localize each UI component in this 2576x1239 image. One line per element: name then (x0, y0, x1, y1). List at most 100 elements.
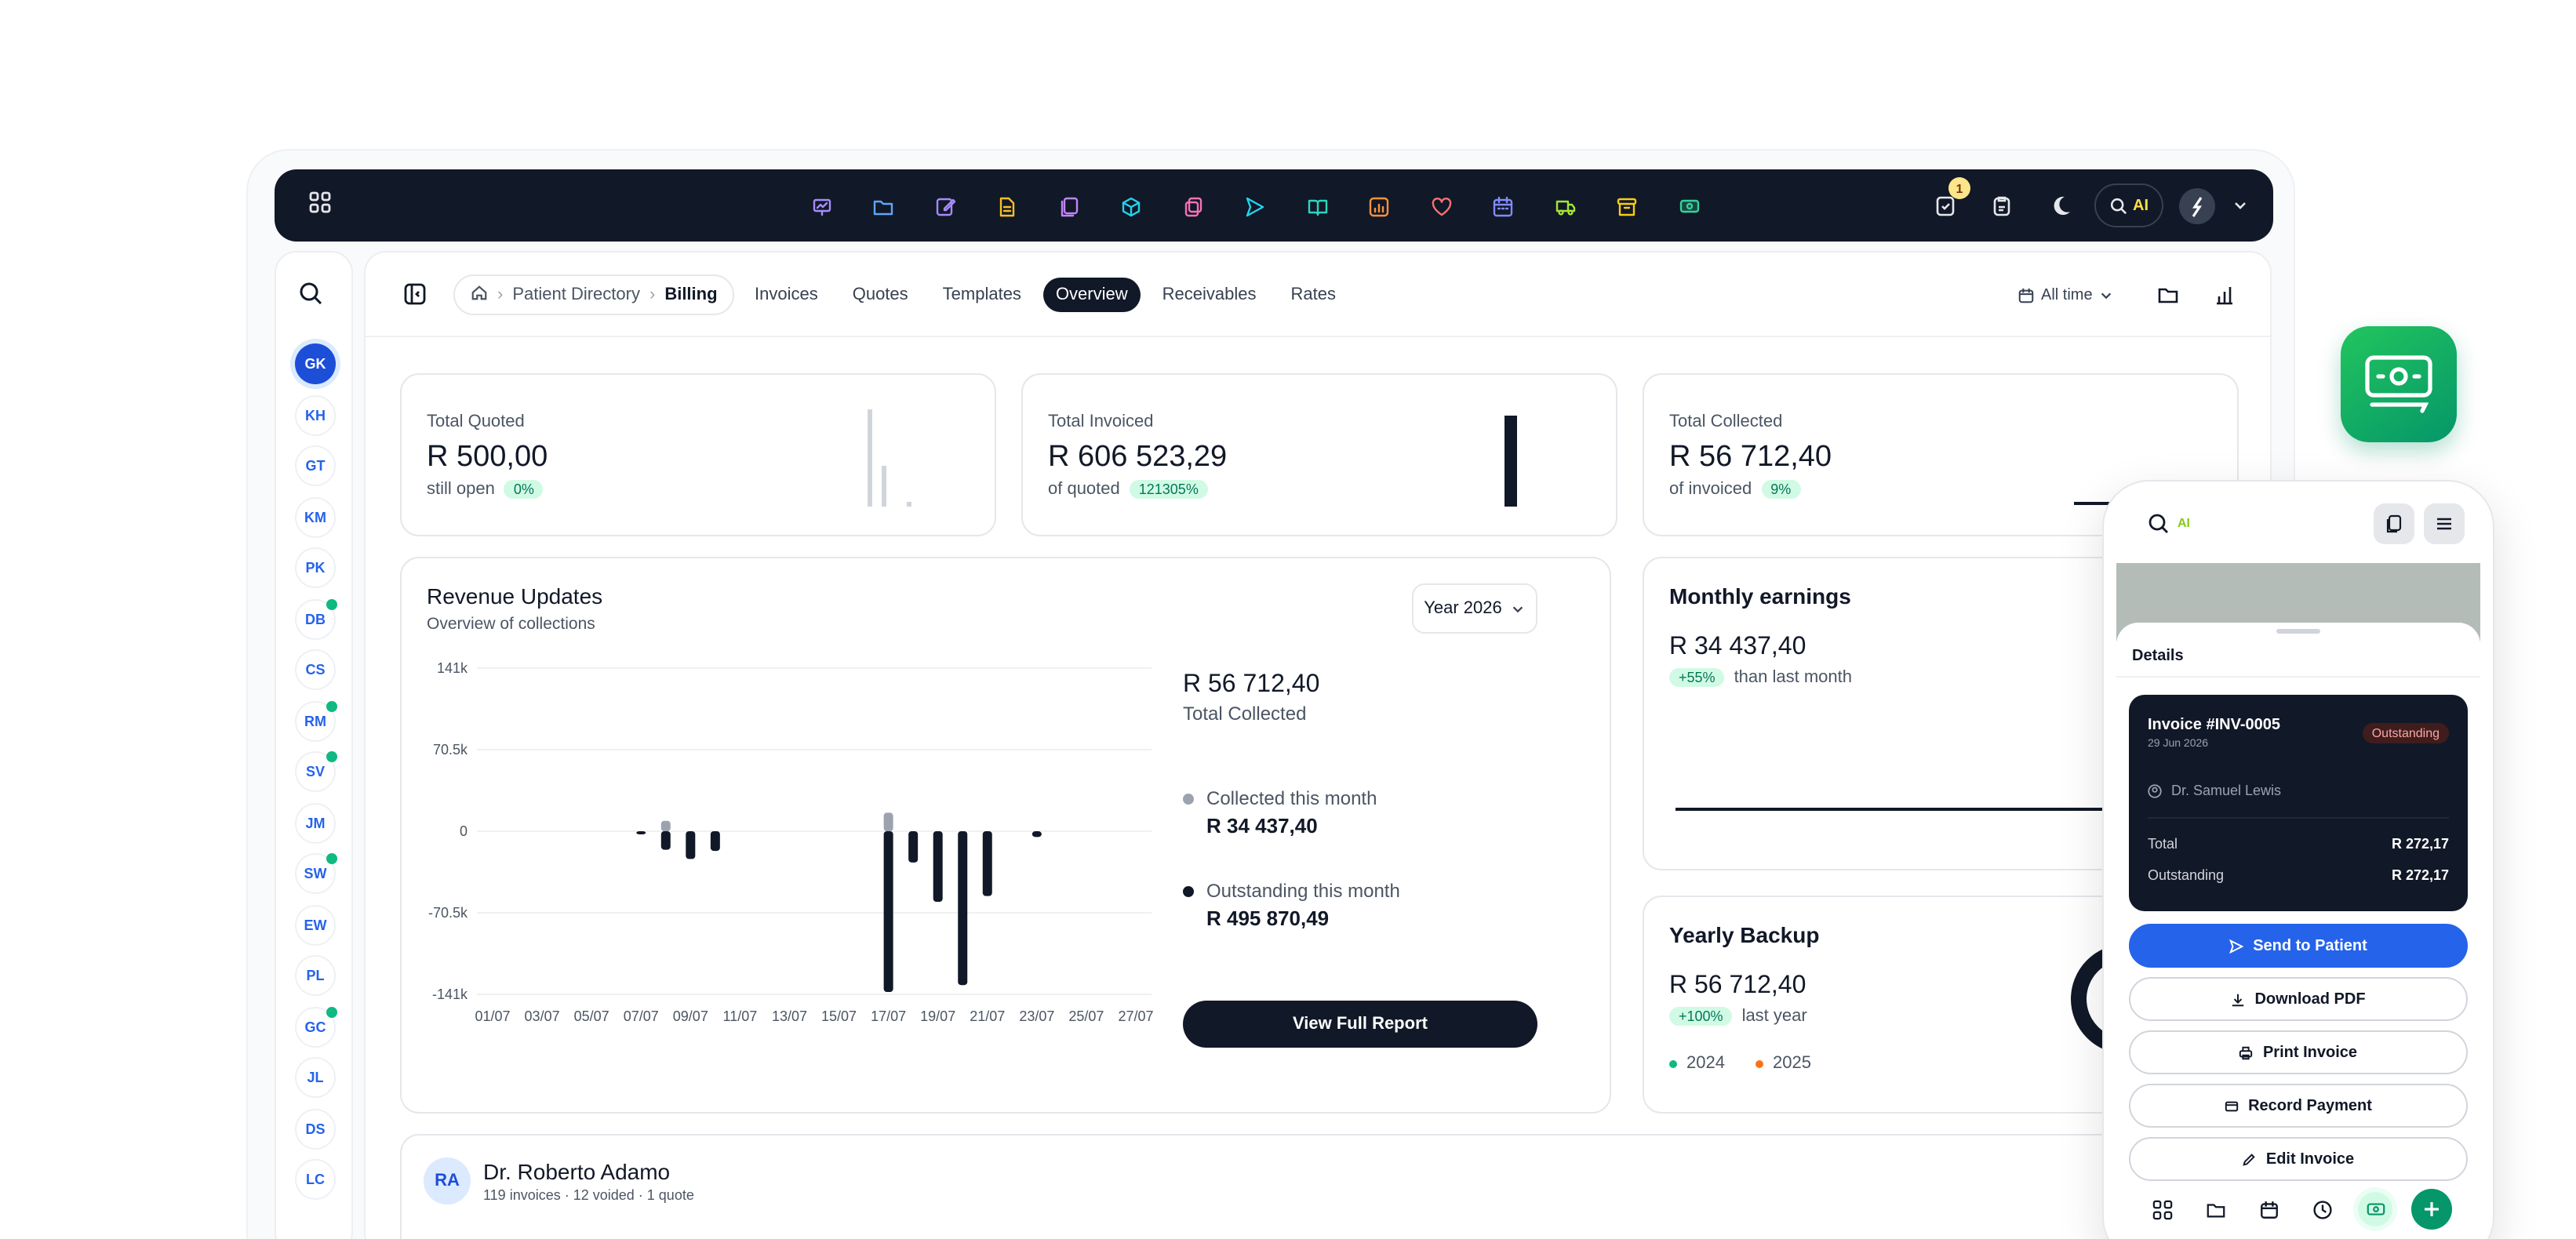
bar-outstanding[interactable] (982, 831, 992, 896)
patient-name[interactable]: Dr. Roberto Adamo (483, 1159, 670, 1184)
invoices-icon[interactable] (2374, 503, 2414, 544)
avatar-initials: PK (305, 560, 326, 576)
kpi-sub: still open 0% (427, 480, 544, 499)
book-icon[interactable] (1301, 190, 1333, 223)
kpi-value: R 500,00 (427, 441, 548, 474)
billing-app-icon[interactable] (2341, 326, 2457, 442)
add-button[interactable] (2411, 1189, 2452, 1230)
search-icon[interactable] (2148, 513, 2170, 543)
tab-overview[interactable]: Overview (1042, 278, 1141, 312)
download-pdf-button[interactable]: Download PDF (2129, 977, 2468, 1021)
moon-icon[interactable] (2046, 190, 2077, 221)
year-select[interactable]: Year 2026 (1412, 583, 1537, 634)
patient-avatar-db[interactable]: DB (295, 598, 337, 639)
bar-outstanding[interactable] (686, 831, 696, 859)
patient-avatar-pl[interactable]: PL (295, 955, 336, 996)
edit-icon[interactable] (929, 190, 962, 223)
button-label: Download PDF (2254, 990, 2366, 1008)
folder-icon[interactable] (2157, 284, 2179, 314)
send-icon[interactable] (1239, 190, 1272, 223)
bar-chart-icon[interactable] (2214, 284, 2236, 314)
files-icon[interactable] (1053, 190, 1086, 223)
bar-outstanding[interactable] (883, 831, 893, 993)
patient-avatar-rm[interactable]: RM (295, 700, 337, 741)
print-invoice-button[interactable]: Print Invoice (2129, 1030, 2468, 1074)
bar-outstanding[interactable] (660, 831, 671, 850)
tab-receivables[interactable]: Receivables (1150, 278, 1269, 312)
bar-outstanding[interactable] (933, 831, 943, 902)
chart-icon[interactable] (1363, 190, 1395, 223)
document-icon[interactable] (991, 190, 1024, 223)
apps-grid-icon[interactable] (309, 191, 331, 221)
folder-icon[interactable] (867, 190, 900, 223)
tab-invoices[interactable]: Invoices (742, 278, 831, 312)
patient-avatar-sw[interactable]: SW (295, 853, 337, 894)
patient-avatar-gk[interactable]: GK (295, 343, 336, 384)
presentation-icon[interactable] (805, 190, 838, 223)
patient-avatar-jm[interactable]: JM (295, 802, 336, 843)
bar-outstanding[interactable] (958, 831, 968, 986)
patient-avatar-km[interactable]: KM (295, 496, 336, 537)
bar-outstanding[interactable] (710, 831, 720, 852)
user-avatar[interactable] (2179, 188, 2215, 224)
patient-avatar-kh[interactable]: KH (295, 394, 336, 435)
online-indicator (326, 853, 337, 864)
printer-icon (2239, 1045, 2254, 1059)
patient-avatar-jl[interactable]: JL (295, 1057, 336, 1098)
record-payment-button[interactable]: Record Payment (2129, 1084, 2468, 1128)
patient-avatar-gc[interactable]: GC (295, 1006, 337, 1047)
clock-icon[interactable] (2305, 1192, 2339, 1226)
heart-icon[interactable] (1424, 190, 1457, 223)
patient-meta: 119 invoices · 12 voided · 1 quote (483, 1187, 694, 1203)
send-to-patient-button[interactable]: Send to Patient (2129, 924, 2468, 968)
menu-icon[interactable] (2424, 503, 2465, 544)
avatar-initials: DB (305, 611, 326, 627)
money-icon[interactable] (2358, 1192, 2392, 1226)
patient-avatar-sv[interactable]: SV (295, 751, 337, 792)
home-icon[interactable] (471, 284, 488, 306)
tab-rates[interactable]: Rates (1278, 278, 1348, 312)
kpi-total-quoted: Total Quoted R 500,00 still open 0% (400, 373, 996, 536)
patient-avatar-gt[interactable]: GT (295, 445, 336, 486)
bar-outstanding[interactable] (908, 831, 919, 863)
patient-avatar-lc[interactable]: LC (295, 1159, 336, 1200)
bar-outstanding[interactable] (636, 831, 646, 834)
patient-avatar-pk[interactable]: PK (295, 547, 336, 588)
archive-icon[interactable] (1610, 190, 1643, 223)
sidebar-toggle-icon[interactable] (403, 282, 427, 314)
money-icon[interactable] (1672, 190, 1705, 223)
apps-grid-icon[interactable] (2145, 1192, 2179, 1226)
folder-icon[interactable] (2198, 1192, 2232, 1226)
patient-avatar-ew[interactable]: EW (295, 904, 336, 945)
avatar-initials: GT (305, 458, 326, 474)
calendar-icon (2018, 288, 2034, 303)
chevron-down-icon[interactable] (2225, 190, 2256, 221)
bar-collected[interactable] (660, 820, 671, 831)
breadcrumb-parent[interactable]: Patient Directory (512, 285, 640, 304)
outstanding-value: R 495 870,49 (1206, 907, 1330, 930)
sheet-handle[interactable] (2276, 629, 2320, 634)
bar-outstanding[interactable] (1031, 831, 1042, 838)
tab-templates[interactable]: Templates (930, 278, 1034, 312)
copy-icon[interactable] (1177, 190, 1210, 223)
calendar-icon[interactable] (2251, 1192, 2286, 1226)
calendar-icon[interactable] (1486, 190, 1519, 223)
tab-quotes[interactable]: Quotes (840, 278, 921, 312)
total-label: Total (2148, 836, 2178, 852)
search-icon[interactable] (298, 281, 323, 314)
user-icon (2148, 783, 2162, 798)
ai-search-button[interactable]: AI (2094, 183, 2163, 227)
bar-collected[interactable] (883, 812, 893, 831)
cube-icon[interactable] (1115, 190, 1148, 223)
view-full-report-button[interactable]: View Full Report (1183, 1001, 1537, 1048)
kpi-value: R 56 712,40 (1669, 441, 1832, 474)
collected-value: R 34 437,40 (1206, 814, 1318, 838)
patient-avatar-cs[interactable]: CS (295, 649, 336, 690)
details-sheet: Details Invoice #INV-0005 29 Jun 2026 Ou… (2116, 623, 2480, 1239)
online-indicator (326, 1006, 337, 1017)
clipboard-icon[interactable] (1986, 190, 2018, 221)
truck-icon[interactable] (1548, 190, 1581, 223)
patient-avatar-ds[interactable]: DS (295, 1108, 336, 1149)
date-range-select[interactable]: All time (2018, 287, 2113, 304)
edit-invoice-button[interactable]: Edit Invoice (2129, 1137, 2468, 1181)
